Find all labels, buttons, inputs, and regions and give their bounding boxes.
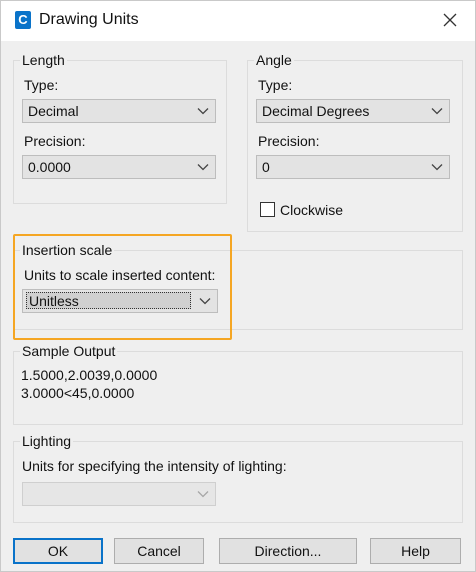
angle-precision-label: Precision: [258, 133, 320, 149]
chevron-down-icon [431, 108, 443, 115]
sample-output-line-2: 3.0000<45,0.0000 [21, 385, 135, 401]
angle-type-label: Type: [258, 77, 293, 93]
chevron-down-icon [197, 491, 209, 498]
direction-button[interactable]: Direction... [219, 538, 357, 564]
close-button[interactable] [435, 5, 465, 35]
insertion-units-value: Unitless [26, 292, 191, 309]
angle-precision-value: 0 [262, 159, 270, 175]
title-bar: C Drawing Units [1, 1, 475, 41]
chevron-down-icon [197, 108, 209, 115]
clockwise-checkbox[interactable] [260, 202, 275, 217]
close-icon [443, 13, 457, 27]
app-icon: C [15, 11, 31, 29]
window-title: Drawing Units [39, 11, 139, 28]
sample-output-line-1: 1.5000,2.0039,0.0000 [21, 367, 158, 383]
insertion-scale-group: Insertion scale Units to scale inserted … [13, 242, 463, 330]
lighting-units-label: Units for specifying the intensity of li… [22, 458, 287, 474]
chevron-down-icon [197, 164, 209, 171]
drawing-units-dialog: C Drawing Units Length Type: Decimal Pre… [0, 0, 476, 572]
lighting-group: Lighting Units for specifying the intens… [13, 433, 463, 523]
insertion-units-label: Units to scale inserted content: [24, 267, 216, 283]
length-group-label: Length [20, 52, 67, 68]
angle-group: Angle Type: Decimal Degrees Precision: 0… [247, 52, 463, 232]
length-group: Length Type: Decimal Precision: 0.0000 [13, 52, 227, 204]
help-button[interactable]: Help [370, 538, 461, 564]
cancel-button[interactable]: Cancel [114, 538, 204, 564]
length-type-select[interactable]: Decimal [22, 99, 216, 123]
sample-output-group-label: Sample Output [20, 343, 118, 359]
length-precision-label: Precision: [24, 133, 86, 149]
angle-precision-select[interactable]: 0 [256, 155, 450, 179]
ok-button[interactable]: OK [13, 538, 103, 564]
insertion-units-select[interactable]: Unitless [22, 289, 218, 313]
angle-type-select[interactable]: Decimal Degrees [256, 99, 450, 123]
chevron-down-icon [431, 164, 443, 171]
length-type-label: Type: [24, 77, 59, 93]
clockwise-label[interactable]: Clockwise [280, 202, 343, 218]
lighting-group-label: Lighting [20, 433, 74, 449]
lighting-units-select [22, 482, 216, 506]
length-type-value: Decimal [28, 103, 79, 119]
angle-group-label: Angle [254, 52, 294, 68]
sample-output-group: Sample Output 1.5000,2.0039,0.0000 3.000… [13, 343, 463, 425]
insertion-scale-group-label: Insertion scale [20, 242, 115, 258]
length-precision-select[interactable]: 0.0000 [22, 155, 216, 179]
length-precision-value: 0.0000 [28, 159, 71, 175]
chevron-down-icon [199, 298, 211, 305]
angle-type-value: Decimal Degrees [262, 103, 370, 119]
dialog-body: Length Type: Decimal Precision: 0.0000 A… [1, 41, 475, 571]
